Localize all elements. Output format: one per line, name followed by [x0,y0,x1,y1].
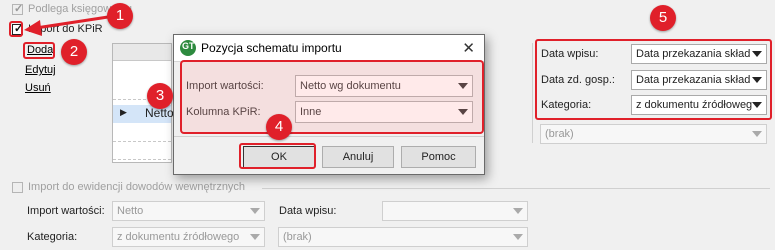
step-badge-4: 4 [266,114,292,140]
annotation-arrow [24,15,109,36]
step-badge-2: 2 [61,39,87,65]
step-badge-1: 1 [107,3,133,29]
step-badge-5: 5 [650,5,676,31]
step-badge-3: 3 [147,83,173,109]
